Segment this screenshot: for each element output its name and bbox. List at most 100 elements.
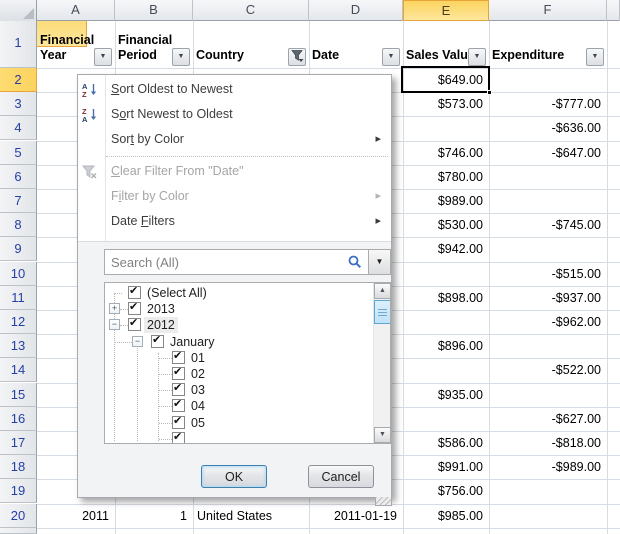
cell-A20[interactable]: 2011 bbox=[37, 504, 109, 528]
row-header-20[interactable]: 20 bbox=[0, 504, 37, 528]
cancel-button[interactable]: Cancel bbox=[308, 465, 374, 488]
filter-button-E[interactable]: ▼ bbox=[468, 48, 486, 66]
tree-scrollbar[interactable]: ▲▼ bbox=[373, 283, 390, 443]
fill-handle[interactable] bbox=[487, 90, 492, 95]
row-header-8[interactable]: 8 bbox=[0, 213, 37, 237]
menu-item-sort-newest-to-oldest[interactable]: Sort Newest to OldestZA bbox=[78, 102, 391, 127]
cell-E11[interactable]: $898.00 bbox=[403, 286, 483, 310]
tree-item-04[interactable]: ✔04 bbox=[105, 398, 373, 415]
row-header-15[interactable]: 15 bbox=[0, 383, 37, 407]
row-header-18[interactable]: 18 bbox=[0, 455, 37, 479]
menu-item-sort-oldest-to-newest[interactable]: Sort Oldest to NewestAZ bbox=[78, 77, 391, 102]
tree-item-2012[interactable]: −✔2012 bbox=[105, 317, 373, 334]
cell-F8[interactable]: -$745.00 bbox=[489, 213, 601, 237]
row-header-12[interactable]: 12 bbox=[0, 310, 37, 334]
checkbox-05[interactable]: ✔ bbox=[172, 416, 185, 429]
cell-F10[interactable]: -$515.00 bbox=[489, 262, 601, 286]
cell-E18[interactable]: $991.00 bbox=[403, 455, 483, 479]
filter-button-B[interactable]: ▼ bbox=[172, 48, 190, 66]
row-header-16[interactable]: 16 bbox=[0, 407, 37, 431]
tree-item-03[interactable]: ✔03 bbox=[105, 382, 373, 399]
column-header-A[interactable]: A bbox=[37, 0, 115, 21]
row-header-4[interactable]: 4 bbox=[0, 116, 37, 140]
column-header-extra bbox=[607, 0, 620, 21]
row-header-9[interactable]: 9 bbox=[0, 237, 37, 261]
cell-E6[interactable]: $780.00 bbox=[403, 165, 483, 189]
cell-F17[interactable]: -$818.00 bbox=[489, 431, 601, 455]
resize-grip[interactable] bbox=[375, 497, 392, 506]
search-input[interactable] bbox=[104, 249, 369, 275]
cell-F16[interactable]: -$627.00 bbox=[489, 407, 601, 431]
row-header-13[interactable]: 13 bbox=[0, 334, 37, 358]
column-header-E[interactable]: E bbox=[403, 0, 489, 21]
checkbox-partial[interactable]: ✔ bbox=[172, 432, 185, 444]
ok-button[interactable]: OK bbox=[201, 465, 267, 488]
row-header-7[interactable]: 7 bbox=[0, 189, 37, 213]
cell-F4[interactable]: -$636.00 bbox=[489, 116, 601, 140]
filter-button-D[interactable]: ▼ bbox=[382, 48, 400, 66]
row-header-2[interactable]: 2 bbox=[0, 68, 37, 92]
checkbox-03[interactable]: ✔ bbox=[172, 383, 185, 396]
cell-E7[interactable]: $989.00 bbox=[403, 189, 483, 213]
row-header-6[interactable]: 6 bbox=[0, 165, 37, 189]
row-header-1[interactable]: 1 bbox=[0, 21, 37, 68]
cell-F3[interactable]: -$777.00 bbox=[489, 92, 601, 116]
scroll-thumb[interactable] bbox=[374, 300, 391, 324]
collapse-minus-icon[interactable]: − bbox=[109, 319, 120, 330]
collapse-minus-icon[interactable]: − bbox=[132, 336, 143, 347]
cell-F14[interactable]: -$522.00 bbox=[489, 358, 601, 382]
row-header-3[interactable]: 3 bbox=[0, 92, 37, 116]
column-header-B[interactable]: B bbox=[115, 0, 193, 21]
expand-plus-icon[interactable]: + bbox=[109, 303, 120, 314]
row-header-17[interactable]: 17 bbox=[0, 431, 37, 455]
menu-item-sort-by-color[interactable]: Sort by Color▸ bbox=[78, 127, 391, 152]
row-header-19[interactable]: 19 bbox=[0, 479, 37, 503]
select-all-corner[interactable] bbox=[0, 0, 37, 21]
row-header-11[interactable]: 11 bbox=[0, 286, 37, 310]
cell-E15[interactable]: $935.00 bbox=[403, 383, 483, 407]
checkbox-02[interactable]: ✔ bbox=[172, 367, 185, 380]
row-header-14[interactable]: 14 bbox=[0, 358, 37, 382]
cell-E9[interactable]: $942.00 bbox=[403, 237, 483, 261]
row-header-10[interactable]: 10 bbox=[0, 262, 37, 286]
cell-B20[interactable]: 1 bbox=[115, 504, 187, 528]
column-header-F[interactable]: F bbox=[489, 0, 607, 21]
checkbox-01[interactable]: ✔ bbox=[172, 351, 185, 364]
column-header-D[interactable]: D bbox=[309, 0, 403, 21]
cell-E17[interactable]: $586.00 bbox=[403, 431, 483, 455]
checkbox-select-all[interactable]: ✔ bbox=[128, 286, 141, 299]
menu-item-date-filters[interactable]: Date Filters▸ bbox=[78, 209, 391, 234]
checkbox-2013[interactable]: ✔ bbox=[128, 302, 141, 315]
cell-E13[interactable]: $896.00 bbox=[403, 334, 483, 358]
cell-D20[interactable]: 2011-01-19 bbox=[309, 504, 397, 528]
tree-item-01[interactable]: ✔01 bbox=[105, 350, 373, 367]
row-header-5[interactable]: 5 bbox=[0, 141, 37, 165]
scroll-up-button[interactable]: ▲ bbox=[374, 283, 391, 299]
column-header-C[interactable]: C bbox=[193, 0, 309, 21]
scroll-down-button[interactable]: ▼ bbox=[374, 427, 391, 443]
checkbox-04[interactable]: ✔ bbox=[172, 399, 185, 412]
cell-E19[interactable]: $756.00 bbox=[403, 479, 483, 503]
cell-E8[interactable]: $530.00 bbox=[403, 213, 483, 237]
tree-item-05[interactable]: ✔05 bbox=[105, 415, 373, 432]
checkbox-january[interactable]: ✔ bbox=[151, 335, 164, 348]
cell-E3[interactable]: $573.00 bbox=[403, 92, 483, 116]
cell-F5[interactable]: -$647.00 bbox=[489, 141, 601, 165]
tree-item-partial[interactable]: ✔ bbox=[105, 431, 373, 444]
cell-F11[interactable]: -$937.00 bbox=[489, 286, 601, 310]
filter-button-A[interactable]: ▼ bbox=[94, 48, 112, 66]
tree-item-02[interactable]: ✔02 bbox=[105, 366, 373, 383]
tree-item-january[interactable]: −✔January bbox=[105, 334, 373, 351]
search-options-dropdown-button[interactable]: ▼ bbox=[369, 249, 391, 275]
checkbox-2012[interactable]: ✔ bbox=[128, 318, 141, 331]
cell-F18[interactable]: -$989.00 bbox=[489, 455, 601, 479]
tree-item-select-all[interactable]: ✔(Select All) bbox=[105, 285, 373, 302]
cell-E5[interactable]: $746.00 bbox=[403, 141, 483, 165]
filter-button-C-funnel-icon-active[interactable] bbox=[288, 48, 306, 66]
filter-button-F[interactable]: ▼ bbox=[586, 48, 604, 66]
selected-cell-border[interactable] bbox=[401, 66, 490, 93]
cell-F12[interactable]: -$962.00 bbox=[489, 310, 601, 334]
cell-E20[interactable]: $985.00 bbox=[403, 504, 483, 528]
tree-item-2013[interactable]: +✔2013 bbox=[105, 301, 373, 318]
cell-C20[interactable]: United States bbox=[197, 504, 309, 528]
